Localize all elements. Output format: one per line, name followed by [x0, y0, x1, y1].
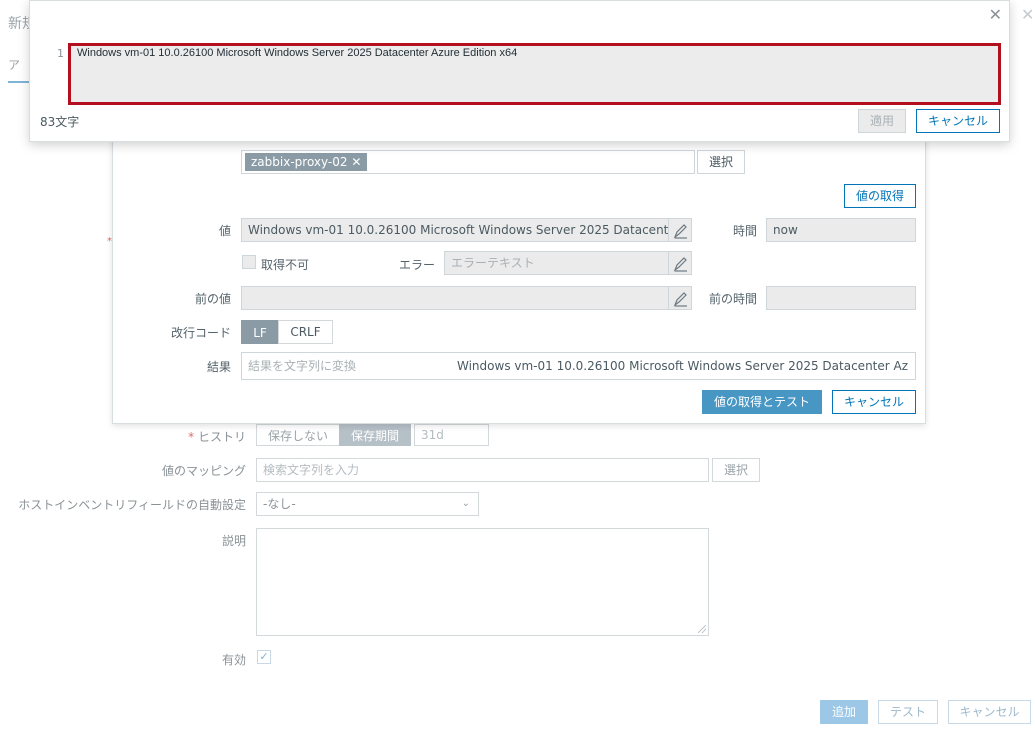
result-field: 結果を文字列に変換 Windows vm-01 10.0.26100 Micro… — [241, 352, 916, 380]
enabled-label: 有効 — [221, 653, 246, 667]
chevron-down-icon: ⌄ — [461, 498, 470, 509]
tab-active-indicator — [8, 81, 30, 83]
history-storage-period-option[interactable]: 保存期間 — [339, 424, 411, 446]
description-label: 説明 — [221, 534, 246, 548]
inventory-field-label: ホストインベントリフィールドの自動設定 — [18, 498, 246, 512]
enabled-checkbox[interactable]: ✓ — [257, 650, 271, 664]
error-label: エラー — [398, 258, 435, 272]
apply-button[interactable]: 適用 — [858, 109, 906, 133]
result-label: 結果 — [206, 360, 231, 374]
eol-crlf-option[interactable]: CRLF — [278, 320, 333, 344]
get-value-button[interactable]: 値の取得 — [844, 184, 916, 208]
test-button[interactable]: テスト — [878, 700, 938, 724]
eol-label: 改行コード — [170, 326, 231, 340]
resize-handle-icon[interactable] — [698, 625, 706, 633]
inventory-field-value: -なし- — [263, 497, 296, 511]
tab-item[interactable]: ア — [8, 56, 30, 73]
get-value-and-test-button[interactable]: 値の取得とテスト — [702, 390, 822, 414]
edit-value-button[interactable] — [668, 218, 692, 242]
proxy-tag: zabbix-proxy-02 ✕ — [245, 153, 368, 171]
text-editor-dialog: ✕ 1 Windows vm-01 10.0.26100 Microsoft W… — [29, 0, 1010, 142]
close-icon[interactable]: ✕ — [989, 5, 1002, 24]
close-icon[interactable]: ✕ — [1021, 5, 1034, 24]
result-value: Windows vm-01 10.0.26100 Microsoft Windo… — [457, 359, 909, 373]
previous-value-label: 前の値 — [194, 292, 231, 306]
value-mapping-label: 値のマッピング — [161, 464, 246, 478]
previous-time-label: 前の時間 — [708, 292, 757, 306]
value-mapping-select-button[interactable]: 選択 — [712, 458, 760, 482]
history-label: * ヒストリ — [188, 430, 246, 444]
character-count: 83文字 — [40, 115, 80, 129]
add-button[interactable]: 追加 — [820, 700, 868, 724]
pencil-icon — [673, 224, 687, 239]
not-supported-label: 取得不可 — [261, 258, 310, 272]
time-label: 時間 — [732, 224, 757, 238]
history-period-input[interactable]: 31d — [414, 424, 489, 446]
edit-error-button[interactable] — [668, 251, 692, 275]
proxy-multiselect[interactable]: zabbix-proxy-02 ✕ — [241, 150, 695, 174]
error-field[interactable]: エラーテキスト — [444, 251, 669, 275]
value-mapping-input[interactable]: 検索文字列を入力 — [256, 458, 709, 482]
editor-text: Windows vm-01 10.0.26100 Microsoft Windo… — [77, 47, 518, 59]
value-field[interactable]: Windows vm-01 10.0.26100 Microsoft Windo… — [241, 218, 669, 242]
proxy-select-button[interactable]: 選択 — [697, 150, 745, 174]
not-supported-checkbox[interactable] — [242, 255, 256, 269]
editor-cancel-button[interactable]: キャンセル — [916, 109, 1000, 133]
check-icon: ✓ — [259, 650, 269, 663]
cancel-button[interactable]: キャンセル — [948, 700, 1031, 724]
pencil-icon — [673, 257, 687, 272]
test-item-dialog: zabbix-proxy-02 ✕ 選択 値の取得 値 Windows vm-0… — [112, 130, 926, 424]
history-do-not-store-option[interactable]: 保存しない — [256, 424, 340, 446]
line-number: 1 — [57, 47, 64, 60]
previous-time-field[interactable] — [766, 286, 916, 310]
previous-value-field[interactable] — [241, 286, 669, 310]
value-label: 値 — [218, 224, 231, 238]
remove-icon[interactable]: ✕ — [351, 155, 361, 169]
inventory-field-select[interactable]: -なし- ⌄ — [256, 492, 479, 516]
description-textarea[interactable] — [256, 528, 709, 636]
result-step-name: 結果を文字列に変換 — [248, 359, 357, 373]
value-editor-textarea[interactable]: Windows vm-01 10.0.26100 Microsoft Windo… — [68, 43, 1001, 105]
test-cancel-button[interactable]: キャンセル — [832, 390, 916, 414]
time-field[interactable]: now — [766, 218, 916, 242]
eol-lf-option[interactable]: LF — [241, 320, 279, 344]
